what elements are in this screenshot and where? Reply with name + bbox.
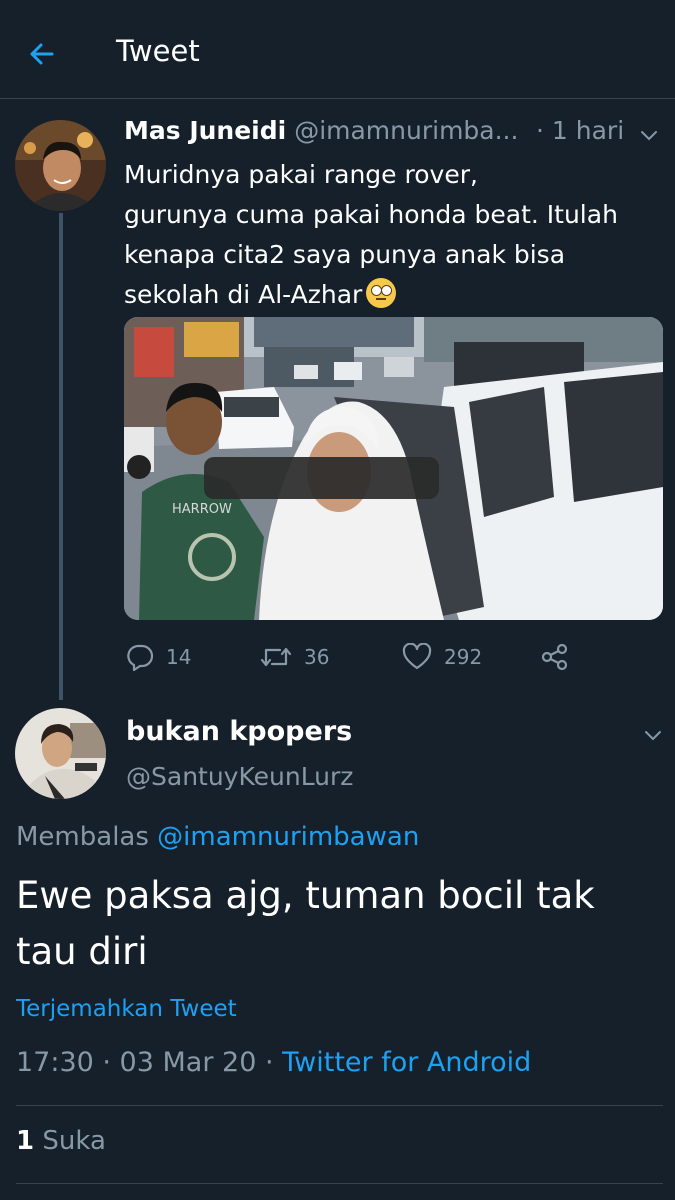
rolling-eyes-emoji-icon (366, 278, 397, 308)
reply-author-handle[interactable]: @SantuyKeunLurz (126, 762, 353, 791)
likes-label: Suka (42, 1126, 106, 1156)
likes-summary[interactable]: 1 Suka (16, 1126, 106, 1156)
source-link[interactable]: Twitter for Android (282, 1047, 531, 1078)
translate-link[interactable]: Terjemahkan Tweet (16, 996, 237, 1022)
tweet-timestamp: 17:30 · 03 Mar 20 · Twitter for Android (16, 1047, 531, 1078)
back-arrow-icon[interactable] (22, 34, 62, 74)
shirt-print-text: HARROW (172, 502, 232, 517)
tweet-actions: 14 36 292 (124, 640, 664, 674)
replying-to: Membalas @imamnurimbawan (16, 822, 419, 852)
tweet-text-line: kenapa cita2 saya punya anak bisa (124, 240, 566, 269)
timestamp-text: 17:30 · 03 Mar 20 · (16, 1047, 274, 1078)
chevron-down-icon[interactable] (642, 724, 664, 746)
reply-author-name[interactable]: bukan kpopers (126, 716, 352, 747)
like-button[interactable]: 292 (402, 640, 482, 674)
likes-count: 1 (16, 1126, 35, 1156)
tweet-detail-screen: Tweet Mas Juneidi @imamnurimba... · 1 ha… (0, 0, 675, 1200)
tweet-text-fragment: sekolah di Al-Azhar (124, 280, 363, 309)
tweet-author[interactable]: Mas Juneidi @imamnurimba... (124, 116, 518, 145)
divider (16, 1183, 663, 1184)
reply-count: 14 (166, 645, 192, 669)
replying-to-link[interactable]: @imamnurimbawan (157, 822, 419, 852)
heart-icon (402, 643, 432, 670)
top-bar: Tweet (0, 0, 675, 99)
tweet-text-line: sekolah di Al-Azhar (124, 275, 654, 315)
tweet-text-line: Muridnya pakai range rover, (124, 160, 478, 189)
chevron-down-icon[interactable] (638, 124, 660, 146)
retweet-count: 36 (304, 645, 330, 669)
tweet-text: Muridnya pakai range rover, gurunya cuma… (124, 155, 654, 315)
author-handle: @imamnurimba... (294, 116, 519, 145)
page-title: Tweet (116, 34, 200, 68)
avatar[interactable] (15, 120, 106, 211)
reply-button[interactable]: 14 (126, 640, 191, 674)
retweet-button[interactable]: 36 (260, 640, 329, 674)
share-button[interactable] (540, 640, 570, 674)
thread-line (59, 213, 63, 700)
tweet-text-line: gurunya cuma pakai honda beat. Itulah (124, 200, 618, 229)
reply-icon (127, 644, 154, 671)
divider (16, 1105, 663, 1106)
reply-text: Ewe paksa ajg, tuman bocil tak tau diri (16, 874, 595, 973)
share-icon (541, 643, 568, 671)
replying-prefix: Membalas (16, 822, 149, 852)
avatar[interactable] (15, 708, 106, 799)
author-name: Mas Juneidi (124, 116, 287, 145)
tweet-time: · 1 hari (536, 116, 625, 145)
retweet-icon (260, 647, 292, 667)
tweet-photo[interactable]: HARROW (124, 317, 663, 620)
like-count: 292 (444, 645, 483, 669)
